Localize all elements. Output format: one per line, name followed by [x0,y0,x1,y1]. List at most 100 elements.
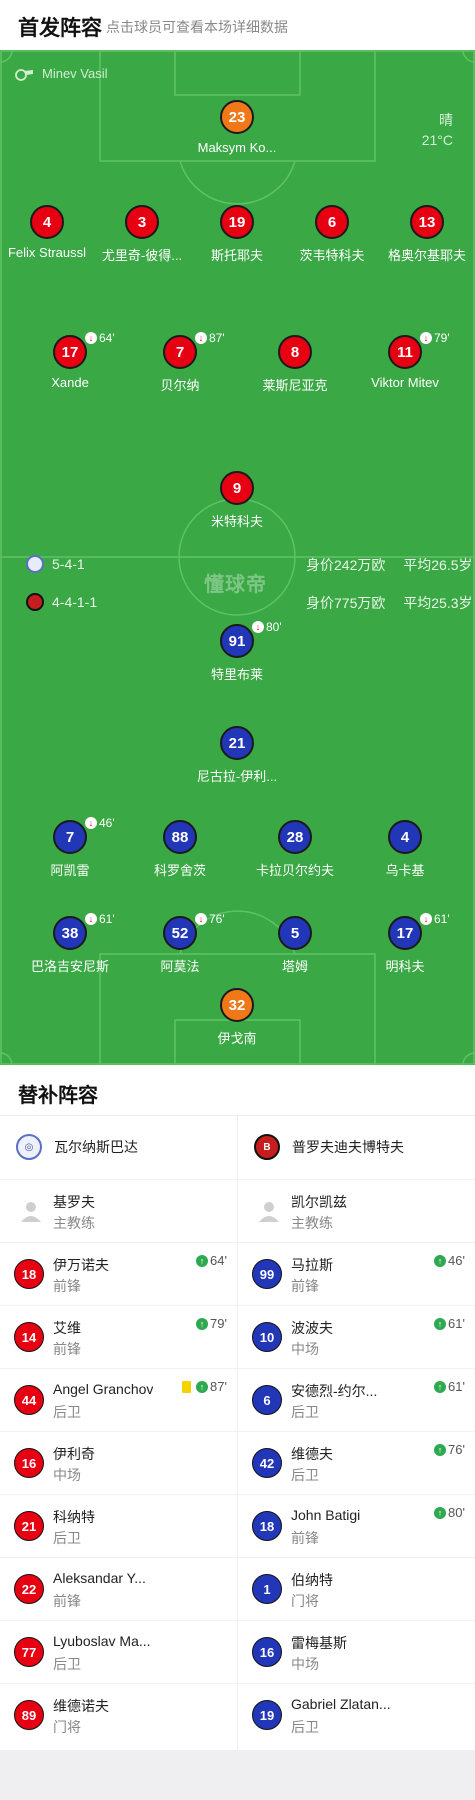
player-number: 11 [388,335,422,369]
player-number: 9 [220,471,254,505]
away-player-10[interactable]: 32 伊戈南 [177,988,297,1047]
away-sub-row[interactable]: 42 维德夫 后卫 ↑ 76' [238,1431,475,1494]
weather-condition: 晴 [439,112,453,128]
sub-off-time: 80' [266,620,282,634]
away-sub-row[interactable]: 19 Gabriel Zlatan... 后卫 [238,1683,475,1746]
away-sub-row[interactable]: 1 伯纳特 门将 [238,1557,475,1620]
player-name: 格奥尔基耶夫 [387,248,466,263]
sub-off-icon: ↓ [420,332,432,344]
sub-off-time: 64' [99,331,115,345]
sub-off-badge: ↓ 79' [420,331,450,345]
sub-number: 10 [252,1322,282,1352]
home-player-5[interactable]: 13 格奥尔基耶夫 [367,205,475,264]
away-sub-row[interactable]: 18 John Batigi 前锋 ↑ 80' [238,1494,475,1557]
sub-on-time: ↑ 80' [434,1505,465,1520]
away-player-7[interactable]: 52 ↓ 76' 阿莫法 [120,912,240,975]
referee-name: Minev Vasil [42,66,108,81]
sub-position: 后卫 [291,1467,319,1483]
whistle-icon [15,68,33,81]
player-name: 米特科夫 [210,514,263,529]
player-number: 13 [410,205,444,239]
player-name: 卡拉贝尔约夫 [255,863,334,878]
home-sub-row[interactable]: 77 Lyuboslav Ma... 后卫 [0,1620,237,1683]
sub-off-icon: ↓ [195,913,207,925]
home-player-8[interactable]: 8 莱斯尼亚克 [235,335,355,394]
away-sub-row[interactable]: 16 雷梅基斯 中场 [238,1620,475,1683]
sub-position: 后卫 [53,1530,81,1546]
home-sub-row[interactable]: 89 维德诺夫 门将 [0,1683,237,1746]
away-player-4[interactable]: 28 卡拉贝尔约夫 [235,820,355,879]
away-sub-row[interactable]: 99 马拉斯 前锋 ↑ 46' [238,1242,475,1305]
home-sub-row[interactable]: 16 伊利奇 中场 [0,1431,237,1494]
substitutes-section: 替补阵容 ◎ 瓦尔纳斯巴达 基罗夫 主教练 18 伊万诺夫 前锋 ↑ 64' 14 艾维 前锋… [0,1065,475,1750]
sub-on-minute: 80' [448,1505,465,1520]
referee: Minev Vasil [14,66,108,81]
botev-plovdiv-logo-icon: B [254,1134,280,1160]
player-number: 5 [278,916,312,950]
player-name: Maksym Ko... [197,140,277,155]
sub-position: 前锋 [53,1593,81,1609]
away-player-5[interactable]: 4 乌卡基 [345,820,465,879]
home-player-0[interactable]: 23 Maksym Ko... [177,100,297,155]
away-player-1[interactable]: 21 尼古拉-伊利... [177,726,297,785]
home-player-6[interactable]: 17 ↓ 64' Xande [10,331,130,390]
sub-position: 中场 [53,1467,81,1483]
sub-name: 伊利奇 [53,1446,95,1462]
player-number: 52 [163,916,197,950]
home-sub-row[interactable]: 22 Aleksandar Y... 前锋 [0,1557,237,1620]
sub-position: 后卫 [291,1404,319,1420]
page-title: 首发阵容 [18,17,102,40]
away-player-9[interactable]: 17 ↓ 61' 明科夫 [345,912,465,975]
player-name: 莱斯尼亚克 [262,378,328,393]
away-subs-team[interactable]: B 普罗夫迪夫博特夫 [238,1115,475,1179]
away-sub-row[interactable]: 10 波波夫 中场 ↑ 61' [238,1305,475,1368]
sub-name: 波波夫 [291,1320,333,1336]
player-number: 23 [220,100,254,134]
player-name: 明科夫 [385,959,425,974]
coach-name: 凯尔凯兹 [291,1194,347,1210]
away-player-6[interactable]: 38 ↓ 61' 巴洛吉安尼斯 [10,912,130,975]
sub-off-badge: ↓ 61' [420,912,450,926]
away-player-0[interactable]: 91 ↓ 80' 特里布莱 [177,620,297,683]
sub-position: 门将 [291,1593,319,1609]
away-avg-age: 平均25.3岁 [403,595,473,611]
weather: 晴 21°C [422,110,453,150]
sub-off-badge: ↓ 64' [85,331,115,345]
watermark-logo: 懂球帝 [204,574,267,596]
sub-position: 后卫 [53,1656,81,1672]
away-coach[interactable]: 凯尔凯兹 主教练 [238,1179,475,1242]
home-player-7[interactable]: 7 ↓ 87' 贝尔纳 [120,331,240,394]
sub-position: 中场 [291,1656,319,1672]
page-subtitle: 点击球员可查看本场详细数据 [106,19,288,35]
sub-position: 门将 [53,1719,81,1735]
sub-position: 前锋 [291,1530,319,1546]
sub-on-time: ↑ 61' [434,1379,465,1394]
away-player-3[interactable]: 88 科罗舍茨 [120,820,240,879]
home-sub-row[interactable]: 44 Angel Granchov 后卫 ↑ 87' [0,1368,237,1431]
sub-off-icon: ↓ [85,913,97,925]
home-value: 身价242万欧 [306,557,386,573]
player-number: 6 [315,205,349,239]
home-coach[interactable]: 基罗夫 主教练 [0,1179,237,1242]
sub-name: 伯纳特 [291,1572,333,1588]
sub-off-badge: ↓ 61' [85,912,115,926]
player-number: 7 [163,335,197,369]
home-sub-row[interactable]: 21 科纳特 后卫 [0,1494,237,1557]
player-name: 塔姆 [281,959,308,974]
player-name: 阿凯雷 [50,863,90,878]
player-name: 乌卡基 [385,863,425,878]
coach-role: 主教练 [291,1215,333,1231]
away-sub-row[interactable]: 6 安德烈-约尔... 后卫 ↑ 61' [238,1368,475,1431]
away-player-8[interactable]: 5 塔姆 [235,916,355,975]
sub-number: 89 [14,1700,44,1730]
home-subs-team[interactable]: ◎ 瓦尔纳斯巴达 [0,1115,237,1179]
spartak-varna-logo-icon: ◎ [16,1134,42,1160]
home-sub-row[interactable]: 18 伊万诺夫 前锋 ↑ 64' [0,1242,237,1305]
sub-off-badge: ↓ 76' [195,912,225,926]
away-player-2[interactable]: 7 ↓ 46' 阿凯雷 [10,816,130,879]
home-crest-icon [26,555,44,573]
home-player-10[interactable]: 9 米特科夫 [177,471,297,530]
sub-name: 马拉斯 [291,1257,333,1273]
home-sub-row[interactable]: 14 艾维 前锋 ↑ 79' [0,1305,237,1368]
home-player-9[interactable]: 11 ↓ 79' Viktor Mitev [345,331,465,390]
